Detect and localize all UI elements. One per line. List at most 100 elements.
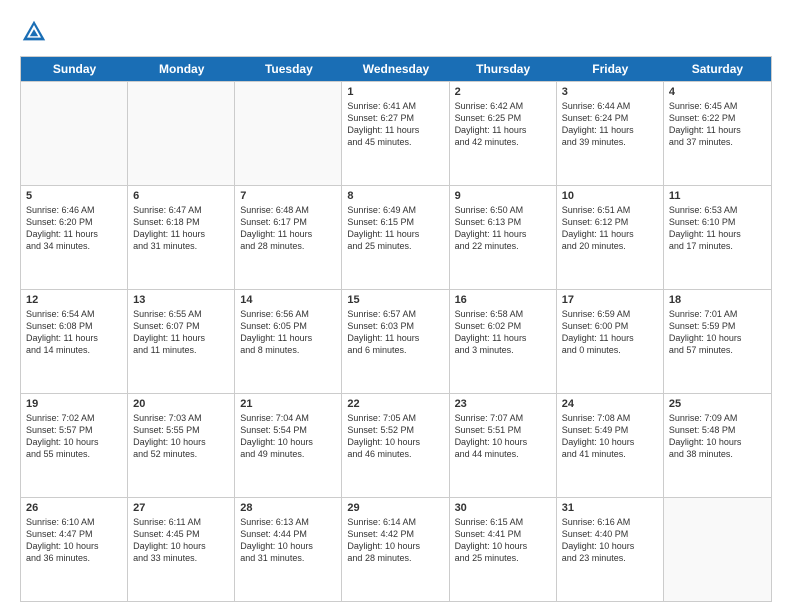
day-info: Sunrise: 6:44 AMSunset: 6:24 PMDaylight:…: [562, 100, 658, 149]
day-number: 19: [26, 398, 122, 410]
day-number: 20: [133, 398, 229, 410]
day-info: Sunrise: 6:46 AMSunset: 6:20 PMDaylight:…: [26, 204, 122, 253]
day-cell-5: 5 Sunrise: 6:46 AMSunset: 6:20 PMDaylight…: [21, 186, 128, 289]
day-number: 16: [455, 294, 551, 306]
day-info: Sunrise: 6:49 AMSunset: 6:15 PMDaylight:…: [347, 204, 443, 253]
calendar-body: 1 Sunrise: 6:41 AMSunset: 6:27 PMDaylight…: [21, 81, 771, 601]
page: SundayMondayTuesdayWednesdayThursdayFrid…: [0, 0, 792, 612]
day-info: Sunrise: 7:08 AMSunset: 5:49 PMDaylight:…: [562, 412, 658, 461]
day-cell-31: 31 Sunrise: 6:16 AMSunset: 4:40 PMDayligh…: [557, 498, 664, 601]
day-cell-6: 6 Sunrise: 6:47 AMSunset: 6:18 PMDaylight…: [128, 186, 235, 289]
day-cell-21: 21 Sunrise: 7:04 AMSunset: 5:54 PMDayligh…: [235, 394, 342, 497]
day-number: 22: [347, 398, 443, 410]
week-row-5: 26Sunrise: 6:10 AMSunset: 4:47 PMDayligh…: [21, 497, 771, 601]
day-number: 17: [562, 294, 658, 306]
day-cell-22: 22 Sunrise: 7:05 AMSunset: 5:52 PMDayligh…: [342, 394, 449, 497]
day-number: 4: [669, 86, 766, 98]
day-cell-2: 2Sunrise: 6:42 AMSunset: 6:25 PMDaylight…: [450, 82, 557, 185]
day-cell-25: 25Sunrise: 7:09 AMSunset: 5:48 PMDayligh…: [664, 394, 771, 497]
day-info: Sunrise: 6:47 AMSunset: 6:18 PMDaylight:…: [133, 204, 229, 253]
day-number: 18: [669, 294, 766, 306]
day-cell-1: 1 Sunrise: 6:41 AMSunset: 6:27 PMDaylight…: [342, 82, 449, 185]
day-cell-17: 17 Sunrise: 6:59 AMSunset: 6:00 PMDayligh…: [557, 290, 664, 393]
day-info: Sunrise: 6:48 AMSunset: 6:17 PMDaylight:…: [240, 204, 336, 253]
day-info: Sunrise: 6:56 AMSunset: 6:05 PMDaylight:…: [240, 308, 336, 357]
day-cell-18: 18 Sunrise: 7:01 AMSunset: 5:59 PMDayligh…: [664, 290, 771, 393]
empty-cell: [664, 498, 771, 601]
day-info: Sunrise: 7:07 AMSunset: 5:51 PMDaylight:…: [455, 412, 551, 461]
day-number: 9: [455, 190, 551, 202]
week-row-2: 5 Sunrise: 6:46 AMSunset: 6:20 PMDaylight…: [21, 185, 771, 289]
day-cell-11: 11 Sunrise: 6:53 AMSunset: 6:10 PMDayligh…: [664, 186, 771, 289]
day-cell-29: 29Sunrise: 6:14 AMSunset: 4:42 PMDayligh…: [342, 498, 449, 601]
day-cell-10: 10 Sunrise: 6:51 AMSunset: 6:12 PMDayligh…: [557, 186, 664, 289]
day-info: Sunrise: 7:05 AMSunset: 5:52 PMDaylight:…: [347, 412, 443, 461]
empty-cell: [235, 82, 342, 185]
day-number: 28: [240, 502, 336, 514]
day-number: 6: [133, 190, 229, 202]
day-number: 5: [26, 190, 122, 202]
header-day-saturday: Saturday: [664, 57, 771, 81]
day-cell-13: 13Sunrise: 6:55 AMSunset: 6:07 PMDayligh…: [128, 290, 235, 393]
day-cell-28: 28 Sunrise: 6:13 AMSunset: 4:44 PMDayligh…: [235, 498, 342, 601]
day-number: 23: [455, 398, 551, 410]
day-number: 27: [133, 502, 229, 514]
day-number: 11: [669, 190, 766, 202]
day-info: Sunrise: 6:58 AMSunset: 6:02 PMDaylight:…: [455, 308, 551, 357]
day-cell-9: 9 Sunrise: 6:50 AMSunset: 6:13 PMDaylight…: [450, 186, 557, 289]
logo: [20, 18, 54, 46]
day-info: Sunrise: 6:57 AMSunset: 6:03 PMDaylight:…: [347, 308, 443, 357]
day-info: Sunrise: 7:02 AMSunset: 5:57 PMDaylight:…: [26, 412, 122, 461]
day-info: Sunrise: 6:16 AMSunset: 4:40 PMDaylight:…: [562, 516, 658, 565]
day-cell-30: 30 Sunrise: 6:15 AMSunset: 4:41 PMDayligh…: [450, 498, 557, 601]
header-day-sunday: Sunday: [21, 57, 128, 81]
day-cell-16: 16 Sunrise: 6:58 AMSunset: 6:02 PMDayligh…: [450, 290, 557, 393]
day-info: Sunrise: 6:51 AMSunset: 6:12 PMDaylight:…: [562, 204, 658, 253]
day-number: 25: [669, 398, 766, 410]
week-row-4: 19 Sunrise: 7:02 AMSunset: 5:57 PMDayligh…: [21, 393, 771, 497]
day-info: Sunrise: 6:53 AMSunset: 6:10 PMDaylight:…: [669, 204, 766, 253]
day-info: Sunrise: 6:54 AMSunset: 6:08 PMDaylight:…: [26, 308, 122, 357]
day-number: 12: [26, 294, 122, 306]
day-cell-19: 19 Sunrise: 7:02 AMSunset: 5:57 PMDayligh…: [21, 394, 128, 497]
day-info: Sunrise: 6:14 AMSunset: 4:42 PMDaylight:…: [347, 516, 443, 565]
header-day-tuesday: Tuesday: [235, 57, 342, 81]
day-cell-20: 20 Sunrise: 7:03 AMSunset: 5:55 PMDayligh…: [128, 394, 235, 497]
day-number: 21: [240, 398, 336, 410]
week-row-3: 12 Sunrise: 6:54 AMSunset: 6:08 PMDayligh…: [21, 289, 771, 393]
day-cell-4: 4 Sunrise: 6:45 AMSunset: 6:22 PMDaylight…: [664, 82, 771, 185]
day-number: 15: [347, 294, 443, 306]
calendar: SundayMondayTuesdayWednesdayThursdayFrid…: [20, 56, 772, 602]
header-day-friday: Friday: [557, 57, 664, 81]
day-number: 31: [562, 502, 658, 514]
day-cell-14: 14Sunrise: 6:56 AMSunset: 6:05 PMDayligh…: [235, 290, 342, 393]
empty-cell: [21, 82, 128, 185]
day-number: 2: [455, 86, 551, 98]
day-number: 7: [240, 190, 336, 202]
day-info: Sunrise: 7:04 AMSunset: 5:54 PMDaylight:…: [240, 412, 336, 461]
day-info: Sunrise: 7:03 AMSunset: 5:55 PMDaylight:…: [133, 412, 229, 461]
day-info: Sunrise: 6:50 AMSunset: 6:13 PMDaylight:…: [455, 204, 551, 253]
header-day-monday: Monday: [128, 57, 235, 81]
day-number: 30: [455, 502, 551, 514]
day-info: Sunrise: 6:13 AMSunset: 4:44 PMDaylight:…: [240, 516, 336, 565]
day-number: 1: [347, 86, 443, 98]
day-cell-12: 12 Sunrise: 6:54 AMSunset: 6:08 PMDayligh…: [21, 290, 128, 393]
calendar-header: SundayMondayTuesdayWednesdayThursdayFrid…: [21, 57, 771, 81]
day-number: 3: [562, 86, 658, 98]
day-info: Sunrise: 6:15 AMSunset: 4:41 PMDaylight:…: [455, 516, 551, 565]
day-info: Sunrise: 6:45 AMSunset: 6:22 PMDaylight:…: [669, 100, 766, 149]
day-cell-15: 15 Sunrise: 6:57 AMSunset: 6:03 PMDayligh…: [342, 290, 449, 393]
day-number: 10: [562, 190, 658, 202]
day-number: 8: [347, 190, 443, 202]
day-cell-26: 26Sunrise: 6:10 AMSunset: 4:47 PMDayligh…: [21, 498, 128, 601]
day-info: Sunrise: 6:41 AMSunset: 6:27 PMDaylight:…: [347, 100, 443, 149]
day-number: 13: [133, 294, 229, 306]
day-cell-8: 8 Sunrise: 6:49 AMSunset: 6:15 PMDaylight…: [342, 186, 449, 289]
day-number: 24: [562, 398, 658, 410]
week-row-1: 1 Sunrise: 6:41 AMSunset: 6:27 PMDaylight…: [21, 81, 771, 185]
day-cell-7: 7 Sunrise: 6:48 AMSunset: 6:17 PMDaylight…: [235, 186, 342, 289]
day-info: Sunrise: 6:59 AMSunset: 6:00 PMDaylight:…: [562, 308, 658, 357]
day-info: Sunrise: 7:01 AMSunset: 5:59 PMDaylight:…: [669, 308, 766, 357]
header-day-wednesday: Wednesday: [342, 57, 449, 81]
